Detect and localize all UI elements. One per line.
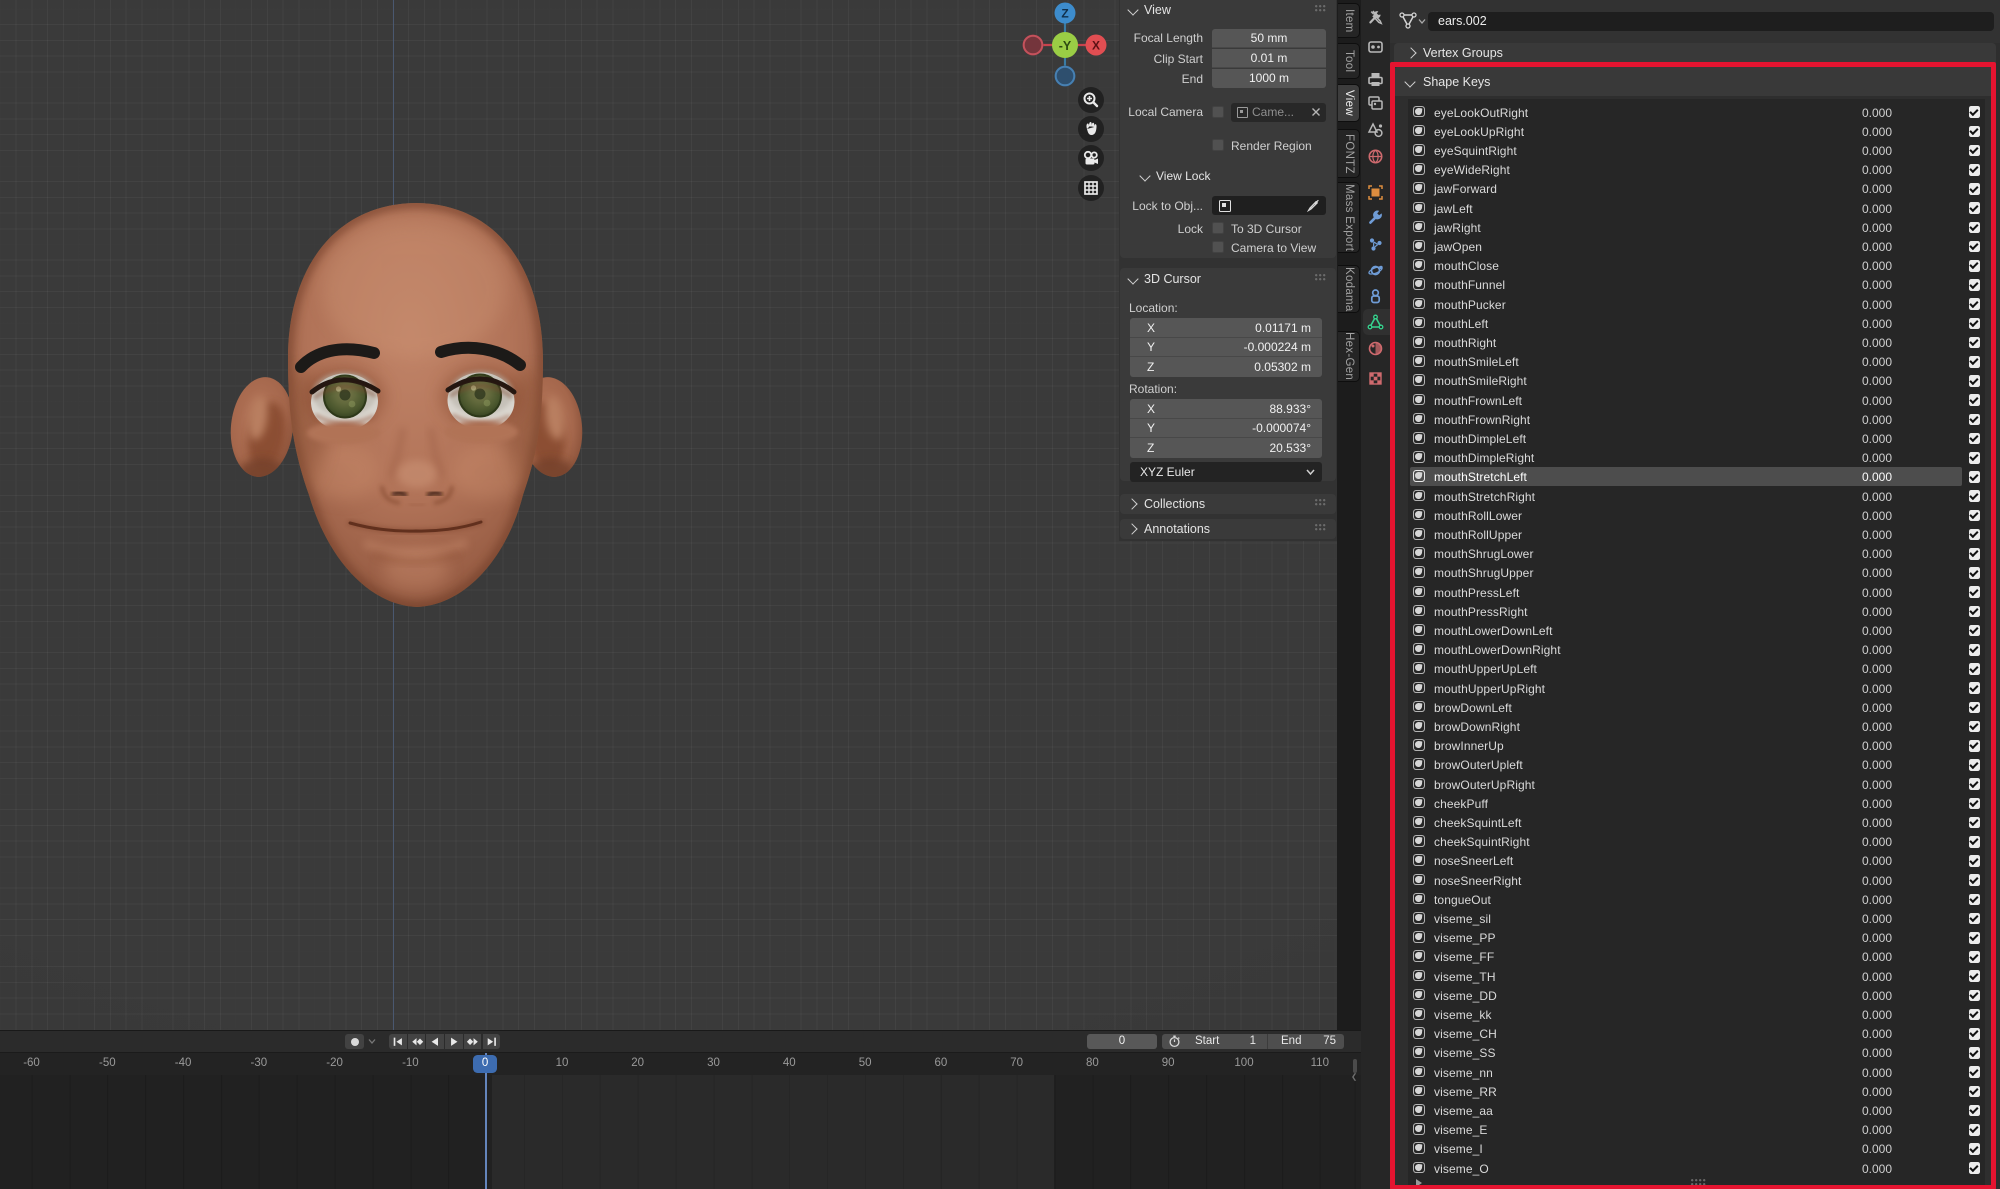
svg-text:-Y: -Y bbox=[1059, 39, 1072, 53]
svg-text:X: X bbox=[1092, 39, 1100, 53]
svg-text:Z: Z bbox=[1061, 7, 1068, 21]
